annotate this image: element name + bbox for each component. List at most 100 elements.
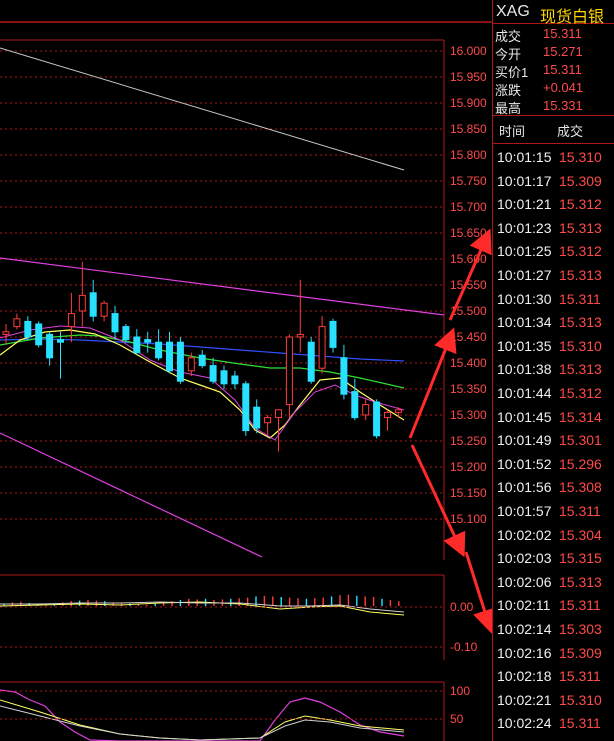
tick-price: 15.304 [559,526,602,543]
tick-row[interactable]: 10:01:30 15.311 [493,287,614,309]
candle-up [13,318,21,328]
tick-row[interactable]: 10:02:11 15.311 [493,593,614,615]
tick-time: 10:02:06 [497,573,552,590]
price-tick-label: 15.400 [450,356,487,370]
tick-time: 10:01:56 [497,479,552,496]
candle-down [155,341,163,359]
tick-price: 15.315 [559,550,602,567]
tick-row[interactable]: 10:01:49 15.301 [493,428,614,450]
trend-lines [0,47,445,558]
tick-row[interactable]: 10:02:02 15.304 [493,523,614,545]
tick-row[interactable]: 10:01:35 15.310 [493,334,614,356]
price-chart[interactable]: 16.000 15.950 15.900 15.850 15.800 15.750 15.7… [0,0,492,741]
main-gridlines [0,50,444,520]
tick-row[interactable]: 10:01:38 15.313 [493,357,614,379]
candle-down [24,320,32,338]
candle-up [296,333,304,338]
candle-down [166,341,173,372]
macd-tick-label: 0.00 [450,600,474,614]
tick-price: 15.312 [559,196,602,213]
tick-row[interactable]: 10:01:27 15.313 [493,263,614,285]
candle-down [231,375,239,385]
tick-row[interactable]: 10:02:21 15.310 [493,688,614,710]
price-tick-label: 16.000 [450,44,487,58]
candle-down [35,323,43,346]
kdj-tick-label: 100 [450,684,470,698]
candlesticks [2,261,402,452]
tick-time: 10:01:35 [497,337,552,354]
tick-price: 15.311 [559,715,601,732]
quote-value: 15.311 [543,26,582,41]
tick-time: 10:01:49 [497,432,552,449]
price-tick-label: 15.350 [450,382,487,396]
kdj-tick-label: 50 [450,712,464,726]
candle-down [329,320,337,348]
tick-row[interactable]: 10:01:17 15.309 [493,169,614,191]
tick-row[interactable]: 10:02:24 15.311 [493,711,614,733]
candle-down [198,354,206,367]
tick-time: 10:01:27 [497,267,552,283]
tick-row[interactable]: 10:01:57 15.311 [493,499,614,521]
divider [493,143,614,144]
price-tick-label: 15.600 [450,252,487,266]
tick-time: 10:01:23 [497,219,552,236]
tick-row[interactable]: 10:01:44 15.312 [493,381,614,403]
quote-row: 最高 15.331 [493,98,614,116]
tick-time: 10:01:52 [497,455,552,472]
tick-time: 10:01:38 [497,361,552,378]
candle-up [78,294,86,312]
tick-row[interactable]: 10:01:52 15.296 [493,452,614,474]
price-tick-label: 15.700 [450,200,487,214]
tick-time: 10:01:34 [497,314,552,331]
tick-time: 10:01:57 [497,503,552,519]
tick-row[interactable]: 10:02:06 15.313 [493,570,614,592]
tick-time: 10:02:11 [497,597,551,614]
tick-row[interactable]: 10:02:16 15.309 [493,641,614,663]
candle-down [253,406,261,429]
tick-row[interactable]: 10:02:14 15.303 [493,617,614,639]
price-tick-label: 15.300 [450,408,487,422]
candle-down [209,365,217,382]
tick-time: 10:01:45 [497,408,552,425]
tick-row[interactable]: 10:01:34 15.313 [493,310,614,332]
tick-time: 10:01:21 [497,196,552,213]
quote-panel: XAG 现货白银 成交 15.311 今开 15.271 买价1 15.311 涨跌 +… [492,0,614,741]
quote-value: 15.331 [543,98,583,113]
tick-time: 10:01:44 [497,385,552,401]
tick-price: 15.313 [559,573,602,590]
ticks-header-price: 成交 [557,124,584,139]
candle-down [144,339,152,343]
tick-row[interactable]: 10:01:23 15.313 [493,216,614,238]
tick-price: 15.313 [559,314,602,331]
tick-row[interactable]: 10:01:21 15.312 [493,192,614,214]
tick-time: 10:02:16 [497,644,552,661]
tick-price: 15.308 [559,479,602,496]
tick-price: 15.311 [559,597,601,614]
tick-time: 10:02:14 [497,621,552,637]
tick-price: 15.314 [559,408,602,425]
symbol-code: XAG [496,3,530,20]
tick-row[interactable]: 10:02:18 15.311 [493,664,614,686]
tick-time: 10:02:21 [497,691,552,708]
tick-price: 15.311 [559,290,601,307]
price-tick-label: 15.850 [450,122,487,136]
quote-label: 买价1 [495,65,529,80]
tick-row[interactable]: 10:01:25 15.312 [493,239,614,261]
tick-row[interactable]: 10:01:45 15.314 [493,405,614,427]
candle-down [122,326,130,341]
tick-price: 15.296 [559,455,602,472]
tick-row[interactable]: 10:01:56 15.308 [493,475,614,497]
tick-row[interactable]: 10:02:03 15.315 [493,546,614,568]
price-tick-label: 15.250 [450,434,487,448]
candle-up [394,409,402,413]
tick-price: 15.310 [559,691,602,708]
candle-down [89,292,97,317]
tick-time: 10:01:25 [497,243,552,260]
candle-down [133,336,141,354]
candle-down [46,333,54,359]
kdj-axis: 100 50 [0,684,470,726]
tick-row[interactable]: 10:01:15 15.310 [493,145,614,167]
quote-row: 今开 15.271 [493,44,614,62]
quote-label: 涨跌 [495,83,522,98]
price-tick-label: 15.650 [450,226,487,240]
